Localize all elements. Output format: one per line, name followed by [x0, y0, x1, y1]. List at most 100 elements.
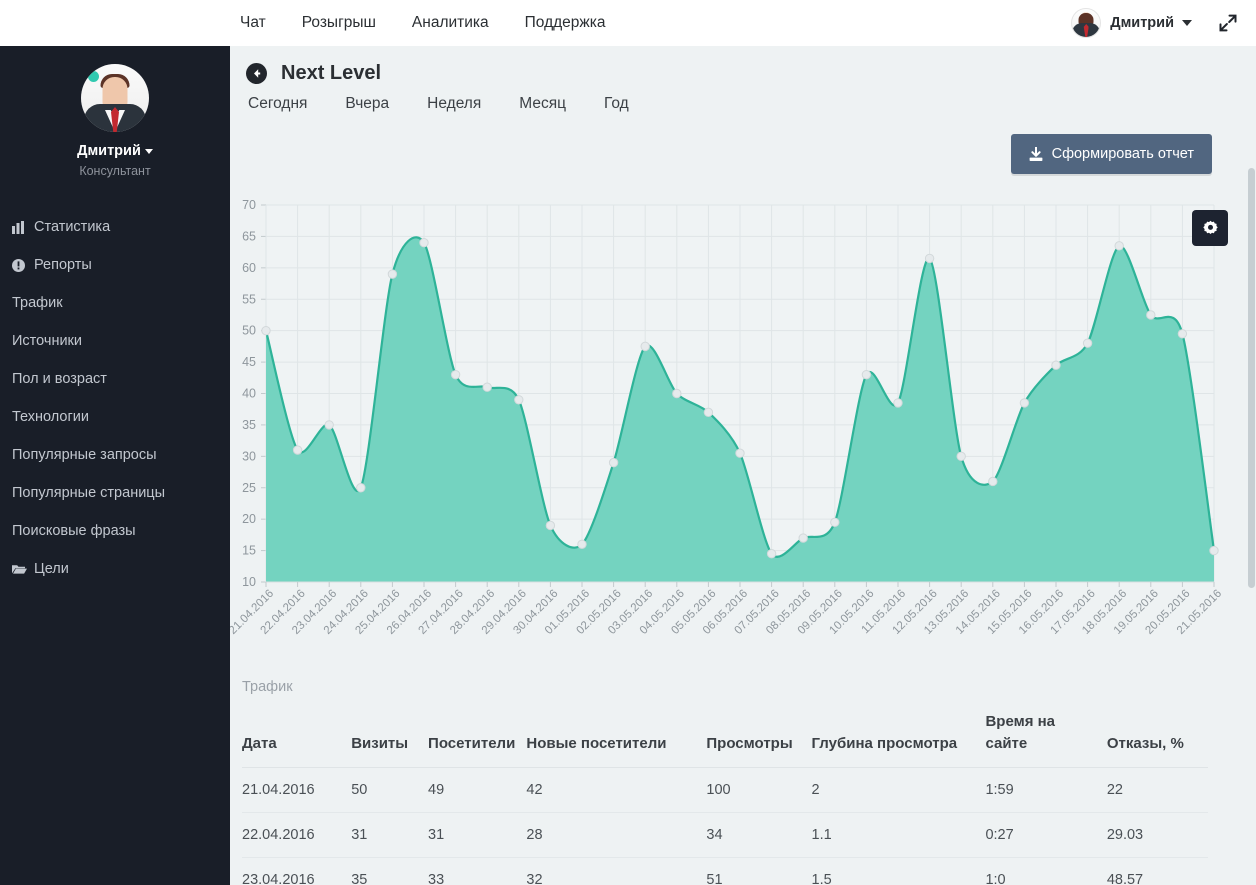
tab-week[interactable]: Неделя [427, 95, 481, 113]
sidebar-item-poiskovye-frazy[interactable]: Поисковые фразы [0, 512, 230, 550]
sidebar-item-reporty[interactable]: Репорты [0, 246, 230, 284]
chart-data-point[interactable] [672, 388, 682, 399]
chart-data-point[interactable] [324, 420, 334, 430]
user-avatar[interactable] [1071, 8, 1102, 38]
chart-data-point[interactable] [703, 407, 714, 418]
page-scrollbar[interactable] [1247, 46, 1256, 885]
chart-ytick-label: 60 [242, 261, 256, 275]
sidebar-item-celi[interactable]: Цели [0, 550, 230, 588]
sidebar-item-label: Статистика [34, 219, 111, 235]
sidebar-item-label: Цели [34, 561, 69, 577]
chart-data-point[interactable] [735, 448, 745, 458]
arrow-left-circle-icon[interactable] [246, 63, 267, 84]
chart-data-point[interactable] [1019, 398, 1030, 408]
sidebar-item-populyarnye-stranicy[interactable]: Популярные страницы [0, 474, 230, 512]
table-cell-new_users: 28 [526, 812, 707, 858]
table-header-views[interactable]: Просмотры [706, 703, 812, 768]
table-row[interactable]: 21.04.2016 50 49 42 100 2 1:59 22 [242, 767, 1208, 813]
chart-data-point[interactable] [830, 517, 840, 528]
sidebar-item-istochniki[interactable]: Источники [0, 322, 230, 360]
chart-data-point[interactable] [1114, 241, 1124, 251]
chart-data-point[interactable] [419, 238, 429, 248]
table-header-date[interactable]: Дата [242, 703, 352, 768]
table-cell-time: 0:27 [985, 812, 1107, 858]
generate-report-label: Сформировать отчет [1051, 146, 1194, 162]
chart-data-point[interactable] [1082, 338, 1093, 348]
chart-data-point[interactable] [1177, 329, 1188, 339]
chart-data-point[interactable] [356, 483, 366, 493]
chart-data-point[interactable] [482, 382, 492, 392]
gear-icon[interactable] [1192, 210, 1228, 246]
top-nav-link-support[interactable]: Поддержка [525, 14, 606, 32]
table-header-row: Дата Визиты Посетители Новые посетители … [242, 703, 1208, 768]
top-nav-link-analytics[interactable]: Аналитика [412, 14, 489, 32]
chart-data-point[interactable] [1051, 360, 1061, 370]
chart-canvas: 1015202530354045505560657021.04.201622.0… [230, 198, 1224, 637]
chart-data-point[interactable] [577, 539, 587, 549]
top-nav-user-area: Дмитрий [1071, 8, 1256, 38]
chart-data-point[interactable] [798, 533, 808, 543]
table-header-new-users[interactable]: Новые посетители [526, 703, 707, 768]
table-row[interactable]: 22.04.2016 31 31 28 34 1.1 0:27 29.03 [242, 812, 1208, 858]
chart-data-point[interactable] [988, 476, 998, 487]
sidebar-item-populyarnye-zaprosy[interactable]: Популярные запросы [0, 436, 230, 474]
chart-data-point[interactable] [514, 395, 524, 405]
chart-data-point[interactable] [608, 457, 619, 468]
chart-ytick-label: 65 [242, 229, 256, 243]
profile-name[interactable]: Дмитрий [0, 143, 230, 159]
expand-arrows-icon[interactable] [1218, 13, 1238, 33]
profile-name-label: Дмитрий [77, 143, 141, 159]
chart-data-point[interactable] [956, 451, 966, 462]
sidebar-item-label: Трафик [12, 295, 63, 311]
tab-yesterday[interactable]: Вчера [345, 95, 389, 113]
chart-data-point[interactable] [861, 369, 872, 380]
chart-data-point[interactable] [1146, 310, 1156, 320]
download-icon [1029, 146, 1043, 162]
period-tabs: Сегодня Вчера Неделя Месяц Год [230, 85, 1256, 113]
table-header-bounce[interactable]: Отказы, % [1106, 703, 1208, 768]
table-cell-users: 33 [428, 857, 527, 885]
chart-ytick-label: 20 [242, 512, 256, 526]
tab-today[interactable]: Сегодня [248, 95, 307, 113]
chart-data-point[interactable] [450, 369, 461, 380]
sidebar-item-trafik[interactable]: Трафик [0, 284, 230, 322]
chart-data-point[interactable] [387, 269, 398, 279]
table-cell-visits: 35 [351, 857, 429, 885]
chart-data-point[interactable] [893, 398, 903, 408]
table-header-visits[interactable]: Визиты [351, 703, 429, 768]
top-nav-link-giveaway[interactable]: Розыгрыш [302, 14, 376, 32]
chart-ytick-label: 70 [242, 198, 256, 212]
table-cell-visits: 50 [351, 767, 429, 813]
sidebar-item-tehnologii[interactable]: Технологии [0, 398, 230, 436]
chevron-down-icon [144, 148, 153, 154]
table-cell-new_users: 42 [526, 767, 707, 813]
table-header-depth[interactable]: Глубина просмотра [811, 703, 986, 768]
sidebar-item-label: Поисковые фразы [12, 523, 136, 539]
traffic-table: Дата Визиты Посетители Новые посетители … [242, 703, 1208, 885]
top-navigation-bar: Чат Розыгрыш Аналитика Поддержка Дмитрий [0, 0, 1256, 46]
scrollbar-thumb[interactable] [1248, 168, 1255, 588]
chart-data-point[interactable] [545, 520, 556, 531]
generate-report-button[interactable]: Сформировать отчет [1010, 134, 1212, 174]
sidebar-item-statistika[interactable]: Статистика [0, 208, 230, 246]
chart-data-point[interactable] [1209, 545, 1219, 556]
chart-data-point[interactable] [640, 341, 650, 352]
table-header-time[interactable]: Время на сайте [985, 703, 1107, 768]
chart-ytick-label: 15 [242, 544, 256, 558]
sidebar-item-pol-i-vozrast[interactable]: Пол и возраст [0, 360, 230, 398]
top-nav-link-chat[interactable]: Чат [240, 14, 266, 32]
chart-data-point[interactable] [292, 445, 303, 455]
chart-data-point[interactable] [261, 325, 271, 336]
table-cell-bounce: 22 [1106, 767, 1208, 813]
chart-data-point[interactable] [766, 549, 777, 559]
traffic-area-chart: 10 15 20 25 30 35 40 45 50 55 60 65 70 21.04.2016 22.0… [230, 186, 1238, 671]
tab-year[interactable]: Год [604, 95, 629, 113]
chevron-down-icon[interactable] [1182, 20, 1192, 26]
table-header-users[interactable]: Посетители [428, 703, 527, 768]
tab-month[interactable]: Месяц [519, 95, 566, 113]
sidebar-item-label: Популярные страницы [12, 485, 166, 501]
chart-data-point[interactable] [924, 253, 935, 264]
table-cell-bounce: 29.03 [1106, 812, 1208, 858]
profile-avatar[interactable] [81, 64, 149, 132]
table-row[interactable]: 23.04.2016 35 33 32 51 1.5 1:0 48.57 [242, 857, 1208, 885]
